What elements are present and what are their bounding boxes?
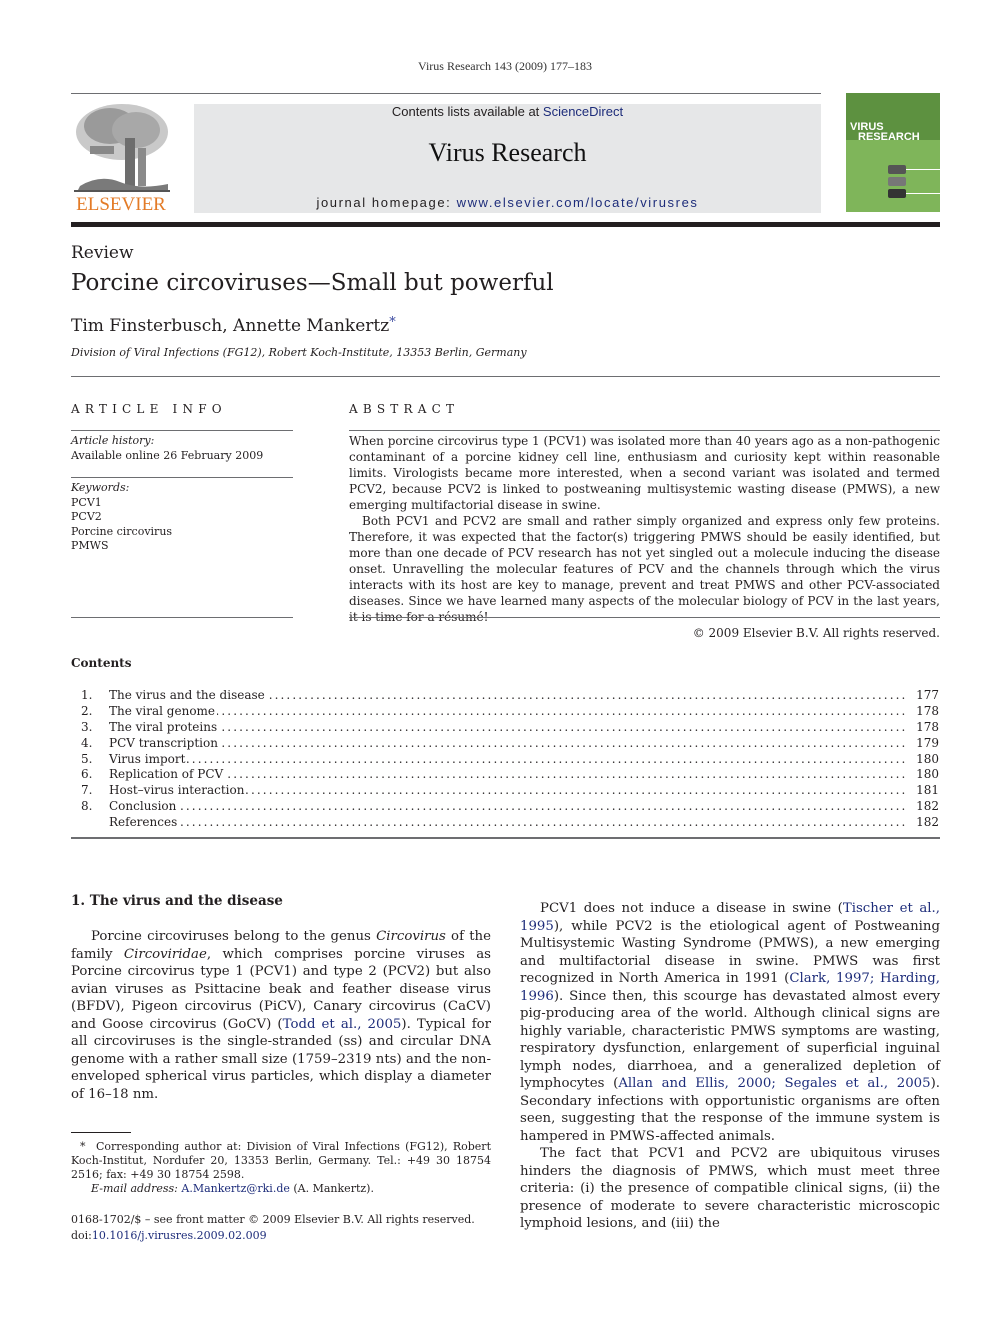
footnote-rule <box>71 1132 131 1133</box>
toc-entry-number: 1. <box>81 688 93 702</box>
toc-entry[interactable]: 7. Host–virus interaction................… <box>71 783 940 800</box>
article-info-heading: ARTICLE INFO <box>71 402 227 416</box>
corresponding-author-marker[interactable]: * <box>389 315 396 330</box>
toc-entry-number: 5. <box>81 751 93 766</box>
email-label: E-mail address: <box>91 1182 178 1195</box>
abstract-body: When porcine circovirus type 1 (PCV1) wa… <box>349 433 940 641</box>
table-of-contents: 1. The virus and the disease.............… <box>71 688 940 832</box>
toc-entry-label[interactable]: Virus import <box>109 751 188 768</box>
journal-title: Virus Research <box>428 138 587 167</box>
journal-cover-thumbnail[interactable]: VIRUS RESEARCH <box>846 93 940 212</box>
toc-entry-label[interactable]: The viral genome <box>109 703 218 720</box>
toc-entry-number: 7. <box>81 783 93 798</box>
body-column-left: Porcine circoviruses belong to the genus… <box>71 928 491 1103</box>
article-history: Article history: Available online 26 Feb… <box>71 434 263 463</box>
abstract-paragraph: When porcine circovirus type 1 (PCV1) wa… <box>349 434 940 512</box>
toc-leader-dots: ........................................… <box>109 815 908 830</box>
toc-entry[interactable]: 1. The virus and the disease.............… <box>71 688 940 704</box>
title-divider <box>71 376 940 377</box>
keyword: PCV1 <box>71 495 102 509</box>
email-link[interactable]: A.Mankertz@rki.de <box>181 1182 290 1195</box>
toc-entry-label[interactable]: PCV transcription <box>109 735 220 752</box>
issn-line: 0168-1702/$ – see front matter © 2009 El… <box>71 1213 475 1226</box>
keyword: PCV2 <box>71 510 102 523</box>
article-history-value: Available online 26 February 2009 <box>71 448 264 462</box>
elsevier-wordmark: ELSEVIER <box>76 194 166 215</box>
keyword: Porcine circovirus <box>71 524 173 538</box>
abstract-copyright: © 2009 Elsevier B.V. All rights reserved… <box>692 626 940 640</box>
toc-leader-dots: ........................................… <box>109 735 908 750</box>
cover-image-icon <box>888 189 906 198</box>
toc-entry[interactable]: 2. The viral genome......................… <box>71 703 940 720</box>
toc-leader-dots: ........................................… <box>109 799 908 814</box>
masthead-divider <box>71 222 940 227</box>
corresponding-author-footnote: * Corresponding author at: Division of V… <box>71 1140 491 1195</box>
toc-entry-number: 2. <box>81 703 93 718</box>
journal-masthead: Contents lists available at ScienceDirec… <box>194 104 821 213</box>
toc-entry[interactable]: 5. Virus import..........................… <box>71 751 940 768</box>
toc-entry-page: 182 <box>916 815 939 830</box>
toc-entry-page: 178 <box>916 719 939 734</box>
abstract-heading: ABSTRACT <box>349 402 460 416</box>
toc-entry-number: 8. <box>81 799 93 814</box>
sciencedirect-link[interactable]: ScienceDirect <box>543 104 623 119</box>
article-title: Porcine circoviruses—Small but powerful <box>71 270 554 296</box>
toc-entry-label[interactable]: The virus and the disease <box>109 688 267 704</box>
toc-entry[interactable]: References..............................… <box>71 815 940 832</box>
body-paragraph: Porcine circoviruses belong to the genus… <box>71 929 492 1102</box>
toc-entry-label[interactable]: References <box>109 815 180 832</box>
citation-link[interactable]: Allan and Ellis, 2000; Segales et al., 2… <box>618 1076 930 1091</box>
journal-homepage: journal homepage: www.elsevier.com/locat… <box>316 195 699 210</box>
keywords-label: Keywords: <box>71 481 130 494</box>
body-column-right: PCV1 does not induce a disease in swine … <box>520 900 940 1233</box>
doi-link[interactable]: 10.1016/j.virusres.2009.02.009 <box>92 1229 267 1242</box>
toc-entry-number: 4. <box>81 735 93 750</box>
toc-entry-number: 3. <box>81 719 93 734</box>
contents-divider <box>71 837 940 839</box>
toc-leader-dots: ........................................… <box>109 703 908 718</box>
section-heading: 1. The virus and the disease <box>71 893 283 909</box>
journal-homepage-link[interactable]: www.elsevier.com/locate/virusres <box>457 195 699 210</box>
cover-image-icon <box>888 177 906 186</box>
toc-leader-dots: ........................................… <box>109 767 908 782</box>
toc-entry-label[interactable]: The viral proteins <box>109 719 220 736</box>
toc-entry-page: 178 <box>916 703 939 718</box>
toc-entry-page: 181 <box>916 783 939 798</box>
toc-entry-label[interactable]: Conclusion <box>109 799 179 816</box>
toc-entry[interactable]: 8. Conclusion............................… <box>71 799 940 816</box>
toc-leader-dots: ........................................… <box>109 751 908 766</box>
doi-line: doi:10.1016/j.virusres.2009.02.009 <box>71 1229 267 1242</box>
toc-entry-page: 177 <box>916 688 939 702</box>
toc-entry-page: 182 <box>916 799 939 814</box>
toc-entry[interactable]: 4. PCV transcription.....................… <box>71 735 940 752</box>
elsevier-tree-icon <box>74 104 170 192</box>
toc-entry-label[interactable]: Replication of PCV <box>109 767 226 784</box>
keyword: PMWS <box>71 539 109 552</box>
header-rule <box>71 93 821 94</box>
body-paragraph: The fact that PCV1 and PCV2 are ubiquito… <box>520 1146 940 1231</box>
article-type: Review <box>71 243 134 263</box>
toc-entry-number: 6. <box>81 767 93 782</box>
keywords: Keywords: PCV1 PCV2 Porcine circovirus P… <box>71 481 172 554</box>
contents-availability: Contents lists available at ScienceDirec… <box>391 104 624 119</box>
toc-leader-dots: ........................................… <box>109 719 908 734</box>
affiliation: Division of Viral Infections (FG12), Rob… <box>71 346 527 359</box>
article-history-label: Article history: <box>71 434 155 447</box>
body-paragraph: PCV1 does not induce a disease in swine … <box>520 901 940 1144</box>
elsevier-logo[interactable]: ELSEVIER <box>70 100 172 216</box>
contents-heading: Contents <box>71 656 132 670</box>
author-list: Tim Finsterbusch, Annette Mankertz* <box>71 315 396 336</box>
running-head: Virus Research 143 (2009) 177–183 <box>418 59 592 73</box>
toc-entry-page: 179 <box>916 735 939 750</box>
toc-entry-label[interactable]: Host–virus interaction <box>109 783 247 800</box>
cover-title-line2: RESEARCH <box>858 131 920 143</box>
toc-entry-page: 180 <box>916 751 939 766</box>
toc-entry-page: 180 <box>916 767 939 782</box>
toc-entry[interactable]: 3. The viral proteins....................… <box>71 719 940 736</box>
cover-image-icon <box>888 165 906 174</box>
front-matter: 0168-1702/$ – see front matter © 2009 El… <box>71 1212 475 1244</box>
toc-entry[interactable]: 6. Replication of PCV....................… <box>71 767 940 784</box>
citation-link[interactable]: Todd et al., 2005 <box>283 1017 402 1032</box>
abstract-paragraph: Both PCV1 and PCV2 are small and rather … <box>349 514 940 624</box>
